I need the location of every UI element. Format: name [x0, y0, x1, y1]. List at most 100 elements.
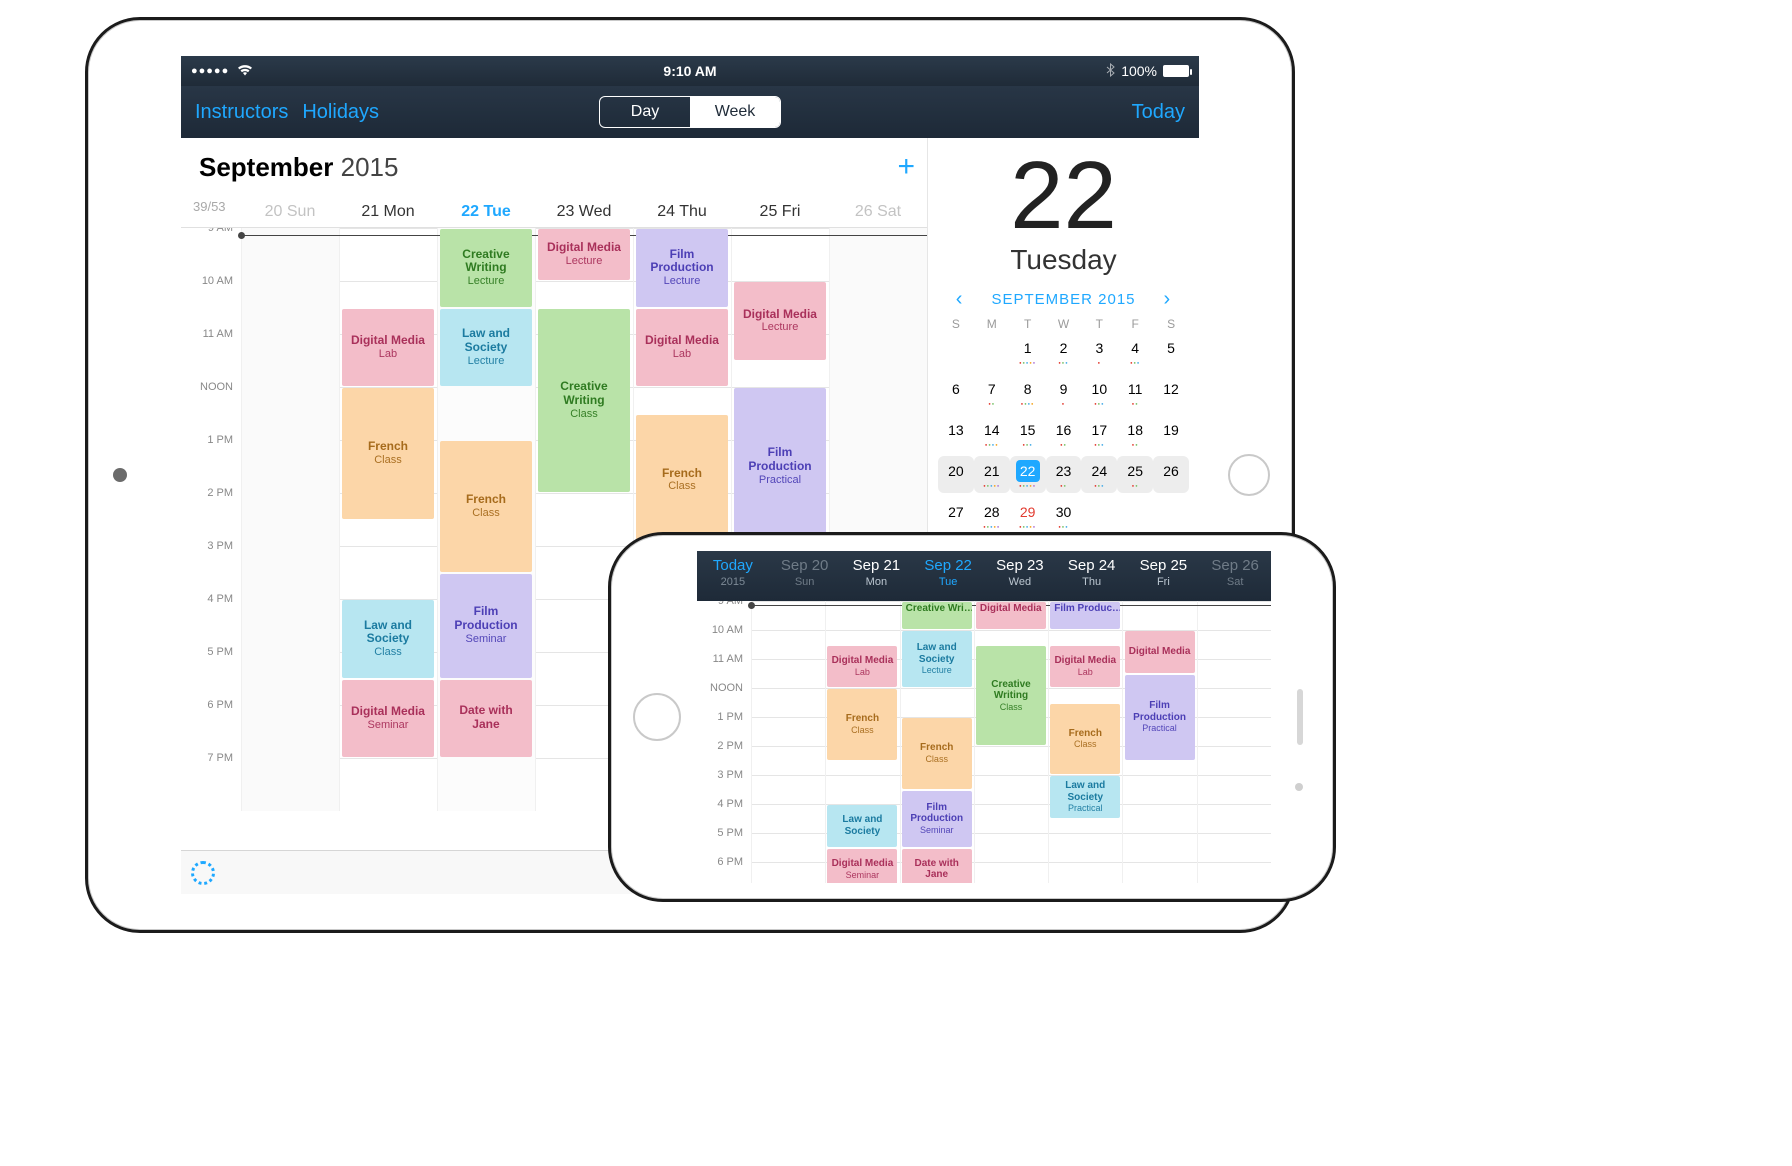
mini-day[interactable]: 26 — [1153, 456, 1189, 493]
day-header-mon[interactable]: 21 Mon — [339, 197, 437, 227]
mini-day[interactable]: 29●●●●● — [1010, 497, 1046, 534]
event[interactable]: Law and SocietyLecture — [902, 631, 972, 687]
mini-day[interactable]: 21●●●●● — [974, 456, 1010, 493]
event[interactable]: Digital MediaSeminar — [342, 680, 433, 758]
seg-day[interactable]: Day — [600, 97, 690, 127]
mini-day[interactable]: 17●●● — [1081, 415, 1117, 452]
event[interactable]: Digital MediaLab — [342, 309, 433, 387]
hour-label: 3 PM — [181, 541, 233, 594]
mini-day[interactable]: 22●●●●● — [1010, 456, 1046, 493]
day-header-sun[interactable]: 20 Sun — [241, 197, 339, 227]
mini-day[interactable]: 24●●● — [1081, 456, 1117, 493]
mini-day — [1081, 497, 1117, 534]
day-header-fri[interactable]: 25 Fri — [731, 197, 829, 227]
event[interactable]: Law and SocietyLecture — [440, 309, 531, 387]
event[interactable]: FrenchClass — [902, 718, 972, 789]
mini-day[interactable]: 16●● — [1046, 415, 1082, 452]
mini-day[interactable]: 3● — [1081, 333, 1117, 370]
phone-day-header[interactable]: Today2015 — [697, 551, 769, 601]
event[interactable]: Date with Jane — [902, 849, 972, 884]
event[interactable]: FrenchClass — [827, 689, 897, 760]
mini-day[interactable]: 20 — [938, 456, 974, 493]
week-number: 39/53 — [193, 199, 226, 214]
hour-label: 3 PM — [697, 770, 743, 799]
phone-day-header[interactable]: Sep 24Thu — [1056, 551, 1128, 601]
mini-dow: W — [1046, 317, 1082, 331]
event[interactable]: Creative WritingLecture — [440, 229, 531, 307]
holidays-link[interactable]: Holidays — [302, 101, 379, 124]
mini-day[interactable]: 27 — [938, 497, 974, 534]
phone-week-grid[interactable]: 9 AM10 AM11 AMNOON1 PM2 PM3 PM4 PM5 PM6 … — [697, 601, 1271, 883]
add-button[interactable]: + — [897, 150, 915, 184]
month-title-year: 2015 — [333, 152, 398, 182]
event[interactable]: Law and Society — [827, 805, 897, 847]
hour-label: 10 AM — [697, 625, 743, 654]
day-header-wed[interactable]: 23 Wed — [535, 197, 633, 227]
event[interactable]: Film ProductionSeminar — [440, 574, 531, 678]
event[interactable]: Digital MediaSeminar — [827, 849, 897, 884]
event[interactable]: Film ProductionLecture — [636, 229, 727, 307]
event[interactable]: Law and SocietyPractical — [1050, 776, 1120, 818]
event[interactable]: Film ProductionPractical — [734, 388, 825, 545]
prev-month-button[interactable]: ‹ — [956, 288, 964, 311]
mini-month-header: ‹ SEPTEMBER 2015 › — [938, 288, 1189, 311]
phone-day-header[interactable]: Sep 22Tue — [912, 551, 984, 601]
day-header-sat[interactable]: 26 Sat — [829, 197, 927, 227]
event[interactable]: Law and SocietyClass — [342, 600, 433, 678]
phone-day-header[interactable]: Sep 23Wed — [984, 551, 1056, 601]
event[interactable]: Film Produc… — [1050, 602, 1120, 629]
event[interactable]: FrenchClass — [1050, 704, 1120, 775]
hour-label: 6 PM — [697, 857, 743, 883]
event[interactable]: Digital MediaLab — [1050, 646, 1120, 688]
event[interactable]: Film ProductionPractical — [1125, 675, 1195, 760]
mini-day[interactable]: 5 — [1153, 333, 1189, 370]
mini-day[interactable]: 13 — [938, 415, 974, 452]
event[interactable]: Creative Wri… — [902, 602, 972, 629]
mini-day[interactable]: 12 — [1153, 374, 1189, 411]
mini-day[interactable]: 8●●●● — [1010, 374, 1046, 411]
iphone-home-button[interactable] — [633, 693, 681, 741]
event[interactable]: FrenchClass — [342, 388, 433, 519]
event[interactable]: Film ProductionSeminar — [902, 791, 972, 847]
event[interactable]: Date with Jane — [440, 680, 531, 758]
event[interactable]: Digital MediaLab — [636, 309, 727, 387]
mini-day[interactable]: 4●●● — [1117, 333, 1153, 370]
mini-day — [938, 333, 974, 370]
event[interactable]: Digital Media — [976, 602, 1046, 629]
phone-day-header[interactable]: Sep 25Fri — [1128, 551, 1200, 601]
phone-day-header[interactable]: Sep 26Sat — [1199, 551, 1271, 601]
mini-day[interactable]: 28●●●●● — [974, 497, 1010, 534]
settings-button[interactable] — [191, 861, 215, 885]
event[interactable]: Creative WritingClass — [538, 309, 629, 493]
seg-week[interactable]: Week — [690, 97, 780, 127]
instructors-link[interactable]: Instructors — [195, 101, 288, 124]
mini-day[interactable]: 1●●●●● — [1010, 333, 1046, 370]
mini-day[interactable]: 23●● — [1046, 456, 1082, 493]
event[interactable]: Digital Media — [1125, 631, 1195, 673]
ipad-home-button[interactable] — [113, 468, 127, 482]
phone-day-header[interactable]: Sep 21Mon — [841, 551, 913, 601]
event[interactable]: FrenchClass — [440, 441, 531, 572]
mini-day[interactable]: 18●● — [1117, 415, 1153, 452]
day-header-tue[interactable]: 22 Tue — [437, 197, 535, 227]
event[interactable]: Digital MediaLecture — [734, 282, 825, 360]
event[interactable]: Digital MediaLab — [827, 646, 897, 688]
mini-day[interactable]: 9● — [1046, 374, 1082, 411]
event[interactable]: FrenchClass — [636, 415, 727, 546]
mini-day[interactable]: 30●●● — [1046, 497, 1082, 534]
mini-day[interactable]: 10●●● — [1081, 374, 1117, 411]
today-button[interactable]: Today — [1132, 101, 1185, 124]
mini-day[interactable]: 15●●● — [1010, 415, 1046, 452]
event[interactable]: Creative WritingClass — [976, 646, 1046, 746]
mini-day[interactable]: 11●● — [1117, 374, 1153, 411]
mini-day[interactable]: 14●●●● — [974, 415, 1010, 452]
mini-day[interactable]: 2●●● — [1046, 333, 1082, 370]
mini-day[interactable]: 6 — [938, 374, 974, 411]
next-month-button[interactable]: › — [1164, 288, 1172, 311]
day-header-thu[interactable]: 24 Thu — [633, 197, 731, 227]
phone-day-header[interactable]: Sep 20Sun — [769, 551, 841, 601]
mini-day[interactable]: 7●● — [974, 374, 1010, 411]
event[interactable]: Digital MediaLecture — [538, 229, 629, 280]
mini-day[interactable]: 19 — [1153, 415, 1189, 452]
mini-day[interactable]: 25●● — [1117, 456, 1153, 493]
